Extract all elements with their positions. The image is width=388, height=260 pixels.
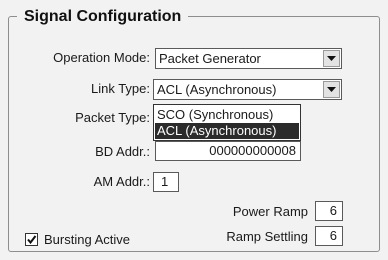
chevron-down-icon: [327, 87, 336, 92]
packet-type-option-sco[interactable]: SCO (Synchronous): [155, 107, 299, 123]
bd-addr-field[interactable]: 000000000008: [155, 141, 301, 161]
packet-type-label: Packet Type:: [75, 110, 150, 125]
packet-type-option-acl[interactable]: ACL (Asynchronous): [155, 123, 299, 139]
operation-mode-value: Packet Generator: [159, 51, 261, 66]
operation-mode-label: Operation Mode:: [53, 50, 150, 65]
link-type-dropdown-button[interactable]: [323, 81, 340, 98]
packet-type-dropdown-list[interactable]: SCO (Synchronous) ACL (Asynchronous): [153, 104, 301, 141]
link-type-value: ACL (Asynchronous): [157, 82, 277, 97]
ramp-settling-field[interactable]: 6: [315, 226, 343, 246]
chevron-down-icon: [327, 56, 336, 61]
bursting-active-checkbox[interactable]: [25, 233, 38, 246]
bursting-active-label: Bursting Active: [44, 232, 130, 247]
checkmark-icon: [27, 235, 37, 245]
link-type-label: Link Type:: [90, 81, 150, 96]
am-addr-label: AM Addr.:: [93, 174, 150, 189]
bd-addr-label: BD Addr.:: [95, 144, 150, 159]
am-addr-field[interactable]: 1: [153, 172, 179, 192]
ramp-settling-label: Ramp Settling: [226, 229, 308, 244]
operation-mode-dropdown-button[interactable]: [323, 50, 340, 67]
operation-mode-dropdown[interactable]: Packet Generator: [155, 48, 342, 69]
power-ramp-label: Power Ramp: [232, 204, 308, 219]
power-ramp-field[interactable]: 6: [315, 201, 343, 221]
link-type-dropdown[interactable]: ACL (Asynchronous): [153, 79, 342, 100]
group-title: Signal Configuration: [17, 6, 189, 28]
signal-configuration-panel: Signal Configuration Operation Mode: Pac…: [0, 0, 388, 260]
